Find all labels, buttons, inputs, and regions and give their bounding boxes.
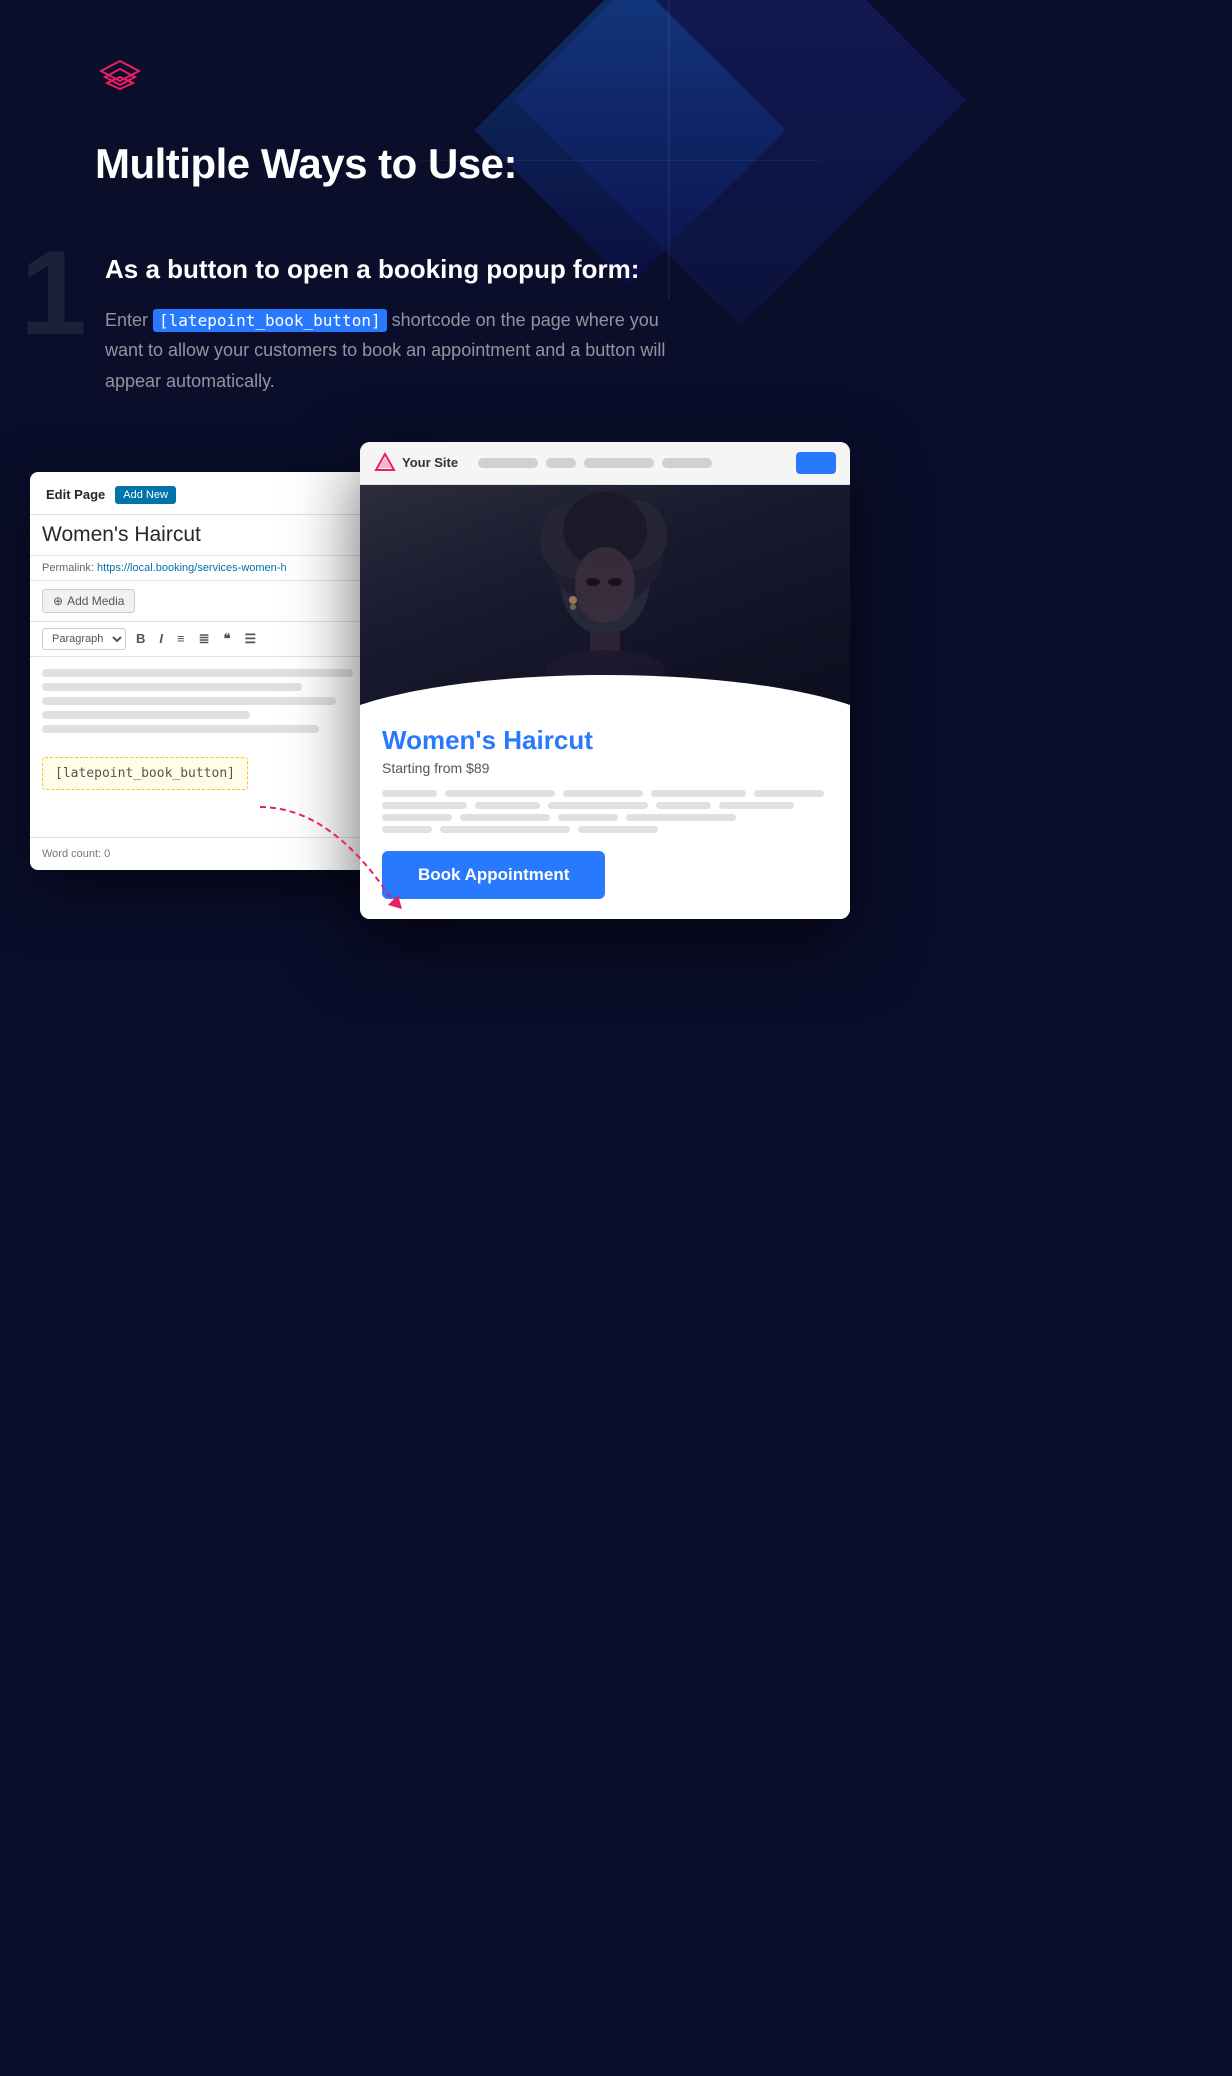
step-description: Enter [latepoint_book_button] shortcode … — [105, 305, 695, 397]
step-number: 1 — [20, 233, 95, 353]
screenshots-area: Edit Page Add New Permalink: https://loc… — [30, 442, 820, 1012]
step-title: As a button to open a booking popup form… — [105, 253, 820, 287]
wp-placeholder-lines — [42, 669, 388, 733]
nav-ph-4 — [662, 458, 712, 468]
wp-align-btn[interactable]: ☰ — [241, 629, 261, 649]
wp-permalink: Permalink: https://local.booking/service… — [30, 556, 400, 581]
add-media-label: Add Media — [67, 594, 124, 608]
browser-logo: Your Site — [374, 452, 458, 474]
wp-editor-header: Edit Page Add New — [30, 472, 400, 515]
permalink-label: Permalink: — [42, 562, 94, 574]
wp-text-line — [42, 669, 353, 677]
heading-text: Multiple Ways to Use: — [95, 140, 517, 187]
shortcode-highlight: [latepoint_book_button] — [153, 309, 387, 332]
nav-placeholders — [478, 458, 786, 468]
wp-title-input[interactable] — [30, 515, 400, 556]
latepoint-logo-icon — [95, 55, 145, 105]
nav-cta-ph — [796, 452, 836, 474]
wp-text-line — [42, 697, 336, 705]
nav-ph-2 — [546, 458, 576, 468]
wp-italic-btn[interactable]: I — [155, 629, 167, 648]
service-price: Starting from $89 — [382, 760, 828, 776]
desc-before: Enter — [105, 310, 153, 330]
wp-bold-btn[interactable]: B — [132, 629, 149, 648]
add-media-icon: ⊕ — [53, 594, 63, 608]
wp-add-media-button[interactable]: ⊕ Add Media — [42, 589, 135, 613]
browser-hero-image — [360, 485, 850, 705]
logo-area — [0, 0, 820, 110]
permalink-url[interactable]: https://local.booking/services-women-h — [97, 562, 287, 574]
wp-add-media-area: ⊕ Add Media — [30, 581, 400, 622]
dashed-arrow-svg — [250, 797, 450, 917]
wp-ol-btn[interactable]: ≣ — [195, 629, 214, 649]
wave-svg — [360, 665, 850, 705]
site-name: Your Site — [402, 455, 458, 470]
wp-shortcode-block: [latepoint_book_button] — [42, 757, 248, 790]
browser-toolbar: Your Site — [360, 442, 850, 485]
wp-text-line — [42, 711, 250, 719]
wp-edit-page-label: Edit Page — [46, 487, 105, 502]
section-1: 1 As a button to open a booking popup fo… — [0, 188, 820, 1012]
wp-toolbar: Paragraph B I ≡ ≣ ❝ ☰ — [30, 622, 400, 657]
wp-ul-btn[interactable]: ≡ — [173, 629, 189, 648]
wp-text-line — [42, 683, 302, 691]
wp-quote-btn[interactable]: ❝ — [220, 629, 235, 649]
nav-ph-1 — [478, 458, 538, 468]
main-heading: Multiple Ways to Use: — [0, 110, 820, 188]
site-logo-icon — [374, 452, 396, 474]
wp-paragraph-select[interactable]: Paragraph — [42, 628, 126, 650]
service-title: Women's Haircut — [382, 725, 828, 756]
nav-ph-3 — [584, 458, 654, 468]
wp-add-new-button[interactable]: Add New — [115, 486, 176, 504]
wp-text-line — [42, 725, 319, 733]
